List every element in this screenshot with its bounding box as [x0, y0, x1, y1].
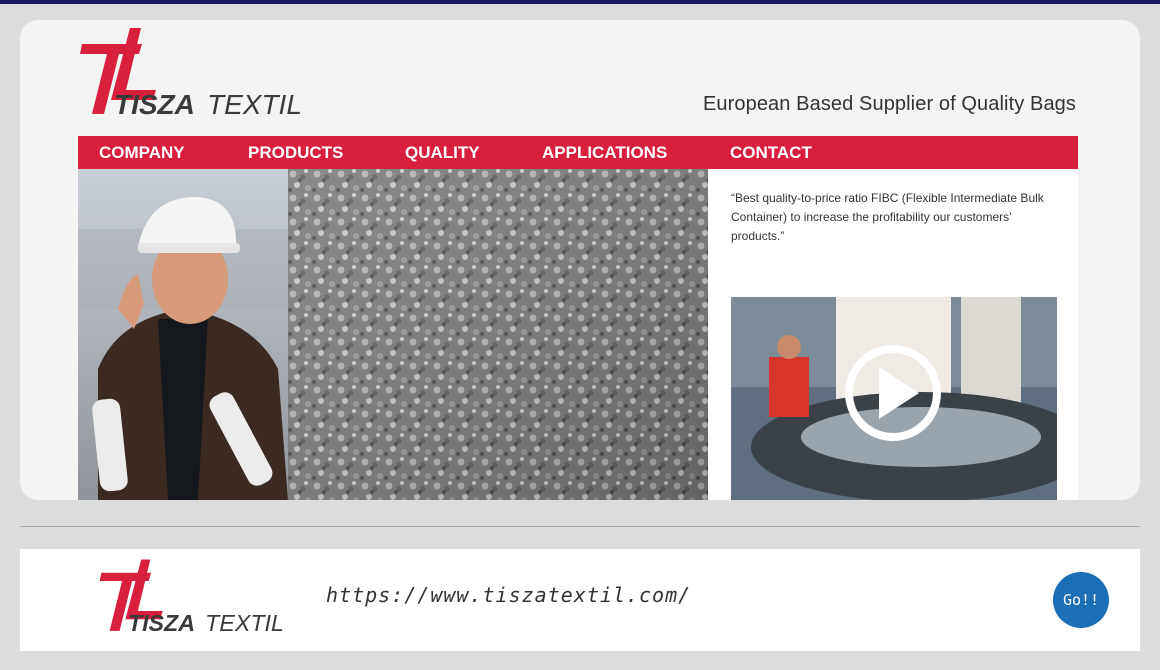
nav-item-quality[interactable]: QUALITY — [405, 143, 480, 163]
website-preview-card: TISZA TEXTIL European Based Supplier of … — [20, 20, 1140, 500]
go-button[interactable]: Go!! — [1053, 572, 1109, 628]
tiszatextil-footer-logo: TISZA TEXTIL — [99, 559, 284, 635]
gravel-photo — [288, 169, 708, 500]
video-thumbnail[interactable] — [731, 297, 1078, 500]
nav-item-company[interactable]: COMPANY — [99, 143, 185, 163]
hero-content: “Best quality-to-price ratio FIBC (Flexi… — [78, 169, 1078, 500]
tiszatextil-logo[interactable]: TISZA TEXTIL — [78, 26, 314, 118]
section-divider — [20, 526, 1140, 527]
top-accent-bar — [0, 0, 1160, 4]
nav-item-contact[interactable]: CONTACT — [730, 143, 812, 163]
nav-item-applications[interactable]: APPLICATIONS — [542, 143, 667, 163]
company-quote: “Best quality-to-price ratio FIBC (Flexi… — [731, 191, 1044, 243]
worker-photo — [78, 169, 288, 500]
footer-logo-word-bold: TISZA — [128, 610, 195, 635]
main-navigation: COMPANY PRODUCTS QUALITY APPLICATIONS CO… — [78, 136, 1078, 169]
nav-item-products[interactable]: PRODUCTS — [248, 143, 343, 163]
logo-word-light: TEXTIL — [207, 89, 302, 118]
site-url: https://www.tiszatextil.com/ — [326, 583, 692, 607]
footer-logo-word-light: TEXTIL — [205, 610, 284, 635]
url-footer: TISZA TEXTIL https://www.tiszatextil.com… — [20, 549, 1140, 651]
logo-word-bold: TISZA — [114, 89, 195, 118]
site-tagline: European Based Supplier of Quality Bags — [702, 93, 1076, 115]
